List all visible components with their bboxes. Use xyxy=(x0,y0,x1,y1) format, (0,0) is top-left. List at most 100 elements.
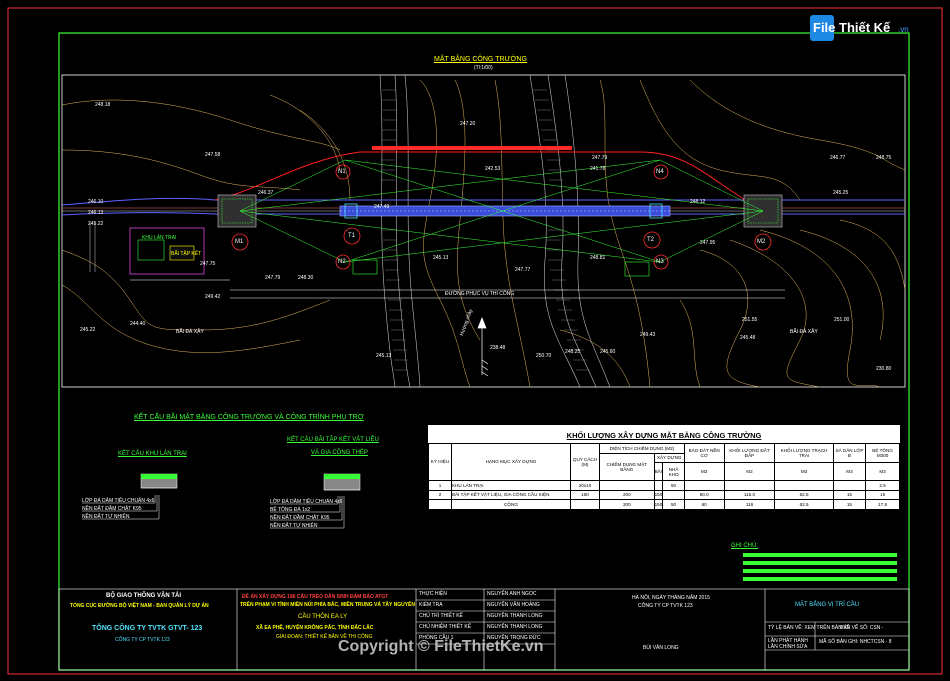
th-occupied: CHIẾM DỤNG MẶT BẰNG xyxy=(599,452,655,482)
director-name: BÙI VĂN LONG xyxy=(643,645,679,651)
cell: 15 xyxy=(832,499,867,510)
sheet-number: BẢN VẼ SỐ: CSN - xyxy=(840,625,884,631)
elevation: 230.80 xyxy=(876,366,892,372)
cell: 2 xyxy=(428,489,452,501)
cell xyxy=(653,480,664,491)
elevation: 242.53 xyxy=(485,166,501,172)
cell: 62.5 xyxy=(774,489,834,501)
cell xyxy=(683,480,725,491)
cell xyxy=(599,480,655,491)
camp-layer-label: NỀN ĐẤT ĐẦM CHẶT K95 xyxy=(82,506,142,512)
th-no: KÝ HIỆU xyxy=(428,442,452,482)
cell: 200 xyxy=(599,489,655,501)
notes-title: GHI CHÚ: xyxy=(731,543,758,549)
elevation: 245.22 xyxy=(88,221,104,227)
cell: 15 xyxy=(832,489,867,501)
elevation: 247.75 xyxy=(200,261,216,267)
cell xyxy=(774,480,834,491)
elevation: 251.00 xyxy=(834,317,850,323)
elevation: 241.78 xyxy=(590,166,606,172)
issue-date: HÀ NỘI, NGÀY THÁNG NĂM 2015 xyxy=(632,595,710,601)
logo-suffix: .vn xyxy=(898,25,909,34)
th-gravel: BÁO ĐÁT NỀN CƠ xyxy=(683,442,725,464)
elevation: 245.25 xyxy=(833,190,849,196)
sub-company-name: CÔNG TY CP TVTK 123 xyxy=(115,637,170,643)
cell: 200 xyxy=(599,499,655,510)
camp-layer-label: LỚP ĐÁ DĂM TIÊU CHUẨN 4x6 xyxy=(82,498,155,504)
elevation: 245.13 xyxy=(376,353,392,359)
copyright-watermark: Copyright © FileThietKe.vn xyxy=(338,638,544,655)
elevation: 248.30 xyxy=(298,275,314,281)
elevation: 251.55 xyxy=(742,317,758,323)
scale-note: TỶ LỆ BẢN VẼ: XEM TRÊN BẢN VẼ xyxy=(768,625,850,631)
cell: 150 xyxy=(570,489,600,501)
elevation: 247.77 xyxy=(515,267,531,273)
elevation: 245.48 xyxy=(740,335,756,341)
plan-scale: (Tl:1/00) xyxy=(474,65,493,71)
th-size: QUY CÁCH (M) xyxy=(570,442,600,482)
cell xyxy=(832,480,867,491)
yard-structure-title-1: KẾT CẤU BÃI TẬP KẾT VẬT LIỆU xyxy=(287,437,379,443)
elevation: 247.79 xyxy=(265,275,281,281)
dept-name: TỔNG CỤC ĐƯỜNG BỘ VIỆT NAM - BAN QUẢN LÝ… xyxy=(70,603,209,609)
site-label-gravel-2: BÃI ĐÁ XÂY xyxy=(790,329,818,335)
table-row-total: CỘNG 200 150 50 60 116 62.5 15 17.5 xyxy=(428,499,900,510)
cell: 50 xyxy=(662,499,685,510)
elevation: 247.58 xyxy=(205,152,221,158)
cell: 150 xyxy=(653,489,664,501)
approver-company: CÔNG TY CP TVTK 123 xyxy=(638,603,693,609)
pier-label-m2: M2 xyxy=(757,239,766,245)
table-row: 2 BÃI TẬP KẾT VẬT LIỆU, GIA CÔNG CẦU KIỆ… xyxy=(428,489,900,501)
th-concrete: BÊ TÔNG M300 xyxy=(865,442,900,464)
notes-lines xyxy=(743,553,897,581)
role: THỰC HIỆN xyxy=(419,591,447,597)
site-label-gravel: BÃI ĐÁ XÂY xyxy=(176,329,204,335)
inner-frame xyxy=(58,32,910,671)
brand-logo[interactable]: File Thiết Kế .vn xyxy=(810,14,922,42)
quantity-table: KHỐI LƯỢNG XÂY DỰNG MẶT BẰNG CÔNG TRƯỜNG… xyxy=(428,425,900,510)
yard-layer-label: NỀN ĐẤT ĐẦM CHẶT K95 xyxy=(270,515,330,521)
elevation: 246.77 xyxy=(830,155,846,161)
pier-label-n2: N2 xyxy=(338,259,346,265)
elevation: 248.81 xyxy=(590,255,606,261)
th-warehouse: NHÀ KHO xyxy=(662,462,685,482)
cell: 150 xyxy=(653,499,664,510)
th-unit: M3 xyxy=(774,462,834,482)
revision-edit: LẦN CHỈNH SỬA xyxy=(768,644,808,650)
quantity-table-title: KHỐI LƯỢNG XÂY DỰNG MẶT BẰNG CÔNG TRƯỜNG xyxy=(566,431,762,440)
yard-structure-title-2: VÀ GIA CÔNG THÉP xyxy=(311,450,368,456)
role: CHỦ NHIỆM THIẾT KẾ xyxy=(419,624,472,630)
ministry-name: BỘ GIAO THÔNG VẬN TẢI xyxy=(106,593,181,599)
elevation: 238.48 xyxy=(490,345,506,351)
camp-building xyxy=(137,239,165,261)
pier-label-n3: N3 xyxy=(656,259,664,265)
anchor-block-left xyxy=(217,194,257,228)
cell: 116.0 xyxy=(723,489,776,501)
elevation: 248.12 xyxy=(690,199,706,205)
pier-label-n1: N1 xyxy=(338,169,346,175)
cell: 60 xyxy=(683,499,725,510)
cell: 15 xyxy=(865,489,900,501)
elevation: 247.49 xyxy=(374,204,390,210)
elevation: 248.25 xyxy=(565,349,581,355)
th-unit: M2 xyxy=(683,462,725,482)
th-yard: BÃI xyxy=(653,462,664,482)
pier-label-m1: M1 xyxy=(235,239,244,245)
elevation: 248.18 xyxy=(95,102,111,108)
th-unit: M3 xyxy=(832,462,867,482)
role: CHỦ TRÌ THIẾT KẾ xyxy=(419,613,463,619)
elevation: 246.10 xyxy=(88,199,104,205)
th-unit: M3 xyxy=(865,462,900,482)
cell: 60.0 xyxy=(683,489,725,501)
file-code: MÃ SỐ BẢN GHI: NHCTCSN - 8 xyxy=(819,639,892,645)
layer-diagram-camp xyxy=(82,473,178,520)
pier-markers xyxy=(231,164,772,270)
elevation: 247.20 xyxy=(460,121,476,127)
temp-road xyxy=(214,151,746,201)
sheet-title: MẶT BẰNG VỊ TRÍ CẦU xyxy=(795,602,860,608)
camp-structure-title: KẾT CẤU KHU LÁN TRẠI xyxy=(118,451,187,457)
person-name: NGUYỄN VĂN HOÀNG xyxy=(487,602,540,608)
pier-label-n4: N4 xyxy=(656,169,664,175)
camp-layer-label: NỀN ĐẤT TỰ NHIÊN xyxy=(82,514,130,520)
project-line-2: TRÊN PHẠM VI TỈNH MIỀN NÚI PHÍA BẮC, MIỀ… xyxy=(240,602,416,608)
